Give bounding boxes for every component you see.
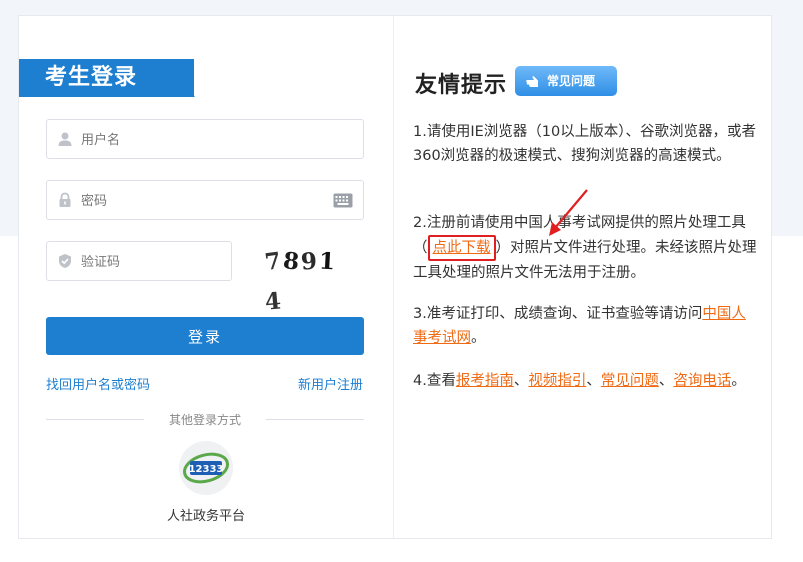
forgot-credentials-link[interactable]: 找回用户名或密码 [46, 374, 150, 393]
captcha-field[interactable] [46, 241, 232, 282]
pointing-hand-icon [526, 76, 538, 87]
tip-1: 1.请使用IE浏览器（10以上版本）、谷歌浏览器，或者360浏览器的极速模式、搜… [413, 124, 756, 164]
username-field[interactable] [46, 119, 364, 160]
login-button[interactable]: 登录 [46, 317, 364, 355]
gov-platform-label[interactable]: 人社政务平台 [144, 505, 268, 524]
tip-3: 3.准考证打印、成绩查询、证书查验等请访问中国人事考试网。 [413, 302, 758, 350]
faq-button-label: 常见问题 [547, 74, 596, 88]
keyboard-icon[interactable] [333, 193, 353, 208]
tip-4-separator: 、 [586, 373, 601, 389]
video-guide-link[interactable]: 视频指引 [528, 373, 586, 389]
login-title: 考生登录 [19, 59, 194, 97]
register-link[interactable]: 新用户注册 [298, 374, 363, 393]
tip-4-separator: 、 [658, 373, 674, 389]
panel-divider [393, 16, 394, 538]
download-highlight-box: 点此下载 [427, 235, 496, 261]
captcha-input[interactable] [79, 242, 223, 282]
lock-icon [59, 192, 71, 207]
faq-link[interactable]: 常见问题 [601, 373, 659, 389]
faq-button[interactable]: 常见问题 [515, 66, 617, 96]
tip-4-separator: 、 [513, 373, 529, 389]
tip-3-suffix: 。 [471, 330, 486, 346]
captcha-image[interactable]: 78914 [263, 242, 355, 316]
divider-line [266, 419, 364, 420]
tip-3-prefix: 3.准考证打印、成绩查询、证书查验等请访问 [413, 306, 703, 322]
tip-4-suffix: 。 [731, 373, 746, 389]
user-icon [58, 132, 72, 146]
tip-4-prefix: 4.查看 [413, 373, 456, 389]
exam-guide-link[interactable]: 报考指南 [456, 373, 514, 389]
gov-platform-icon: 12333 [182, 452, 230, 484]
other-login-methods-label: 其他登录方式 [168, 413, 241, 427]
gov-logo-text: 12333 [189, 464, 224, 475]
username-input[interactable] [79, 120, 323, 160]
captcha-char: 1 [318, 247, 338, 276]
shield-check-icon [59, 254, 71, 268]
consult-phone-link[interactable]: 咨询电话 [673, 373, 731, 389]
photo-tool-download-link[interactable]: 点此下载 [433, 240, 491, 256]
tips-title: 友情提示 [415, 73, 508, 98]
password-field[interactable] [46, 180, 364, 221]
password-input[interactable] [79, 181, 323, 221]
tip-4: 4.查看报考指南、视频指引、常见问题、咨询电话。 [413, 369, 758, 393]
login-card: 考生登录 用户名 验证码 78914 登录 找回用户名或密码 新用户注册 其他登… [18, 15, 772, 539]
red-arrow-annotation [549, 189, 588, 236]
divider-line [46, 419, 144, 420]
gov-platform-logo[interactable]: 12333 [179, 441, 233, 495]
